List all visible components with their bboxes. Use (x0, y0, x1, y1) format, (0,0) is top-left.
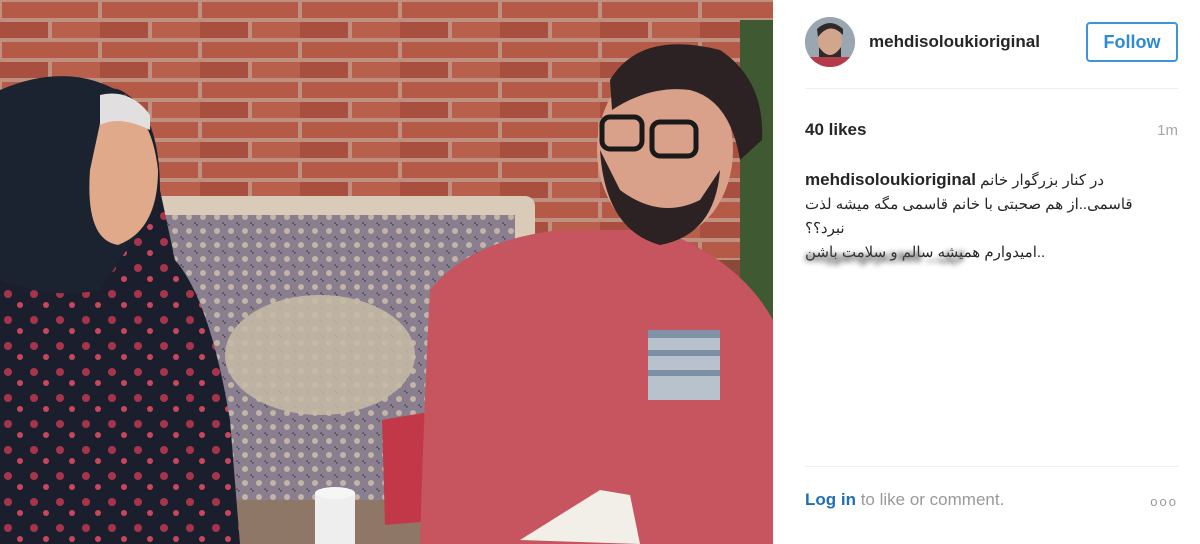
follow-button[interactable]: Follow (1086, 22, 1178, 62)
post-time[interactable]: 1m (1157, 122, 1178, 139)
caption-username[interactable]: mehdisoloukioriginal (805, 170, 976, 189)
username[interactable]: mehdisoloukioriginal (869, 32, 1040, 52)
login-prompt: Log in to like or comment. (805, 490, 1004, 510)
blurred-comment: mojgangeja1988 ...لایک (805, 248, 1015, 266)
likes-count[interactable]: 40 likes (805, 120, 866, 140)
instagram-post: mehdisoloukioriginal Follow 40 likes 1m … (0, 0, 1200, 544)
avatar-image (805, 17, 855, 67)
login-prompt-text: to like or comment. (855, 490, 1005, 509)
avatar[interactable] (805, 17, 855, 67)
caption-line-1: در کنار بزرگوار خانم (980, 172, 1105, 189)
comment-username[interactable]: mojgangeja1988 (805, 249, 922, 266)
header-divider (805, 88, 1178, 89)
footer-divider (805, 466, 1178, 467)
photo-illustration (0, 0, 773, 544)
post-header: mehdisoloukioriginal Follow (805, 16, 1178, 68)
post-side-panel: mehdisoloukioriginal Follow 40 likes 1m … (773, 0, 1200, 544)
more-options-icon[interactable]: ooo (1150, 494, 1178, 509)
caption-line-2: قاسمی..از هم صحبتی با خانم قاسمی مگه میش… (805, 196, 1133, 237)
post-photo[interactable] (0, 0, 773, 544)
comment-text: ...لایک (925, 249, 965, 266)
login-link[interactable]: Log in (805, 490, 856, 509)
